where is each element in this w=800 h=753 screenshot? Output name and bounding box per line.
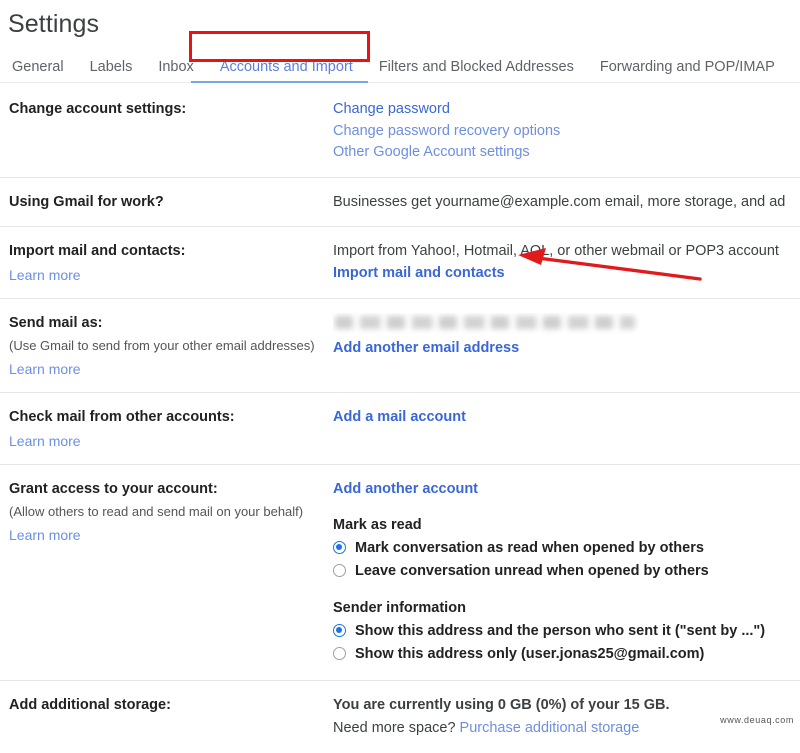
add-another-account-link[interactable]: Add another account: [333, 479, 800, 501]
row-using-gmail-for-work: Using Gmail for work? Businesses get you…: [0, 178, 800, 228]
gmail-for-work-description: Businesses get yourname@example.com emai…: [333, 194, 785, 210]
tab-list: General Labels Inbox Accounts and Import…: [0, 51, 800, 81]
add-another-email-address-link[interactable]: Add another email address: [333, 338, 800, 360]
using-gmail-for-work-label: Using Gmail for work?: [9, 192, 333, 212]
tab-inbox[interactable]: Inbox: [145, 59, 206, 81]
radio-button-icon[interactable]: [333, 624, 346, 637]
import-mail-and-contacts-label: Import mail and contacts:: [9, 241, 333, 261]
grant-access-label: Grant access to your account:: [9, 479, 333, 499]
radio-show-address-only[interactable]: Show this address only (user.jonas25@gma…: [333, 644, 800, 664]
label-cell: Add additional storage:: [0, 695, 333, 715]
radio-label: Show this address and the person who sen…: [355, 621, 765, 641]
value-cell: Change password Change password recovery…: [333, 99, 800, 164]
change-password-link[interactable]: Change password: [333, 99, 800, 121]
label-cell: Grant access to your account: (Allow oth…: [0, 479, 333, 545]
radio-label: Mark conversation as read when opened by…: [355, 538, 704, 558]
label-cell: Import mail and contacts: Learn more: [0, 241, 333, 285]
radio-leave-conversation-unread[interactable]: Leave conversation unread when opened by…: [333, 561, 800, 581]
check-mail-label: Check mail from other accounts:: [9, 407, 333, 427]
value-cell: Businesses get yourname@example.com emai…: [333, 192, 800, 214]
radio-button-icon[interactable]: [333, 564, 346, 577]
radio-label: Show this address only (user.jonas25@gma…: [355, 644, 704, 664]
label-cell: Check mail from other accounts: Learn mo…: [0, 407, 333, 451]
row-send-mail-as: Send mail as: (Use Gmail to send from yo…: [0, 299, 800, 393]
send-mail-as-sublabel: (Use Gmail to send from your other email…: [9, 336, 333, 355]
other-google-account-settings-link[interactable]: Other Google Account settings: [333, 142, 800, 164]
tabs-divider: [0, 82, 800, 83]
add-a-mail-account-link[interactable]: Add a mail account: [333, 407, 800, 429]
grant-access-learn-more-link[interactable]: Learn more: [9, 525, 333, 545]
watermark: www.deuaq.com: [720, 715, 794, 725]
label-cell: Using Gmail for work?: [0, 192, 333, 212]
radio-button-icon[interactable]: [333, 647, 346, 660]
tab-accounts-and-import[interactable]: Accounts and Import: [207, 59, 366, 81]
sender-information-group-title: Sender information: [333, 600, 800, 616]
send-mail-as-learn-more-link[interactable]: Learn more: [9, 359, 333, 379]
import-learn-more-link[interactable]: Learn more: [9, 265, 333, 285]
tab-general[interactable]: General: [8, 59, 77, 81]
row-add-additional-storage: Add additional storage: You are currentl…: [0, 681, 800, 753]
import-mail-and-contacts-link[interactable]: Import mail and contacts: [333, 263, 800, 285]
label-cell: Change account settings:: [0, 99, 333, 119]
radio-show-address-and-person[interactable]: Show this address and the person who sen…: [333, 621, 800, 641]
change-password-recovery-options-link[interactable]: Change password recovery options: [333, 121, 800, 143]
radio-button-icon[interactable]: [333, 541, 346, 554]
settings-tabs: General Labels Inbox Accounts and Import…: [0, 51, 800, 83]
check-mail-learn-more-link[interactable]: Learn more: [9, 431, 333, 451]
row-import-mail-and-contacts: Import mail and contacts: Learn more Imp…: [0, 227, 800, 299]
import-description: Import from Yahoo!, Hotmail, AOL, or oth…: [333, 243, 779, 259]
value-cell: Import from Yahoo!, Hotmail, AOL, or oth…: [333, 241, 800, 284]
purchase-additional-storage-link[interactable]: Purchase additional storage: [460, 720, 640, 736]
tab-filters-and-blocked-addresses[interactable]: Filters and Blocked Addresses: [366, 59, 587, 81]
radio-mark-conversation-as-read[interactable]: Mark conversation as read when opened by…: [333, 538, 800, 558]
redacted-email-address: [335, 316, 635, 329]
settings-content: Change account settings: Change password…: [0, 83, 800, 753]
tab-forwarding-and-pop-imap[interactable]: Forwarding and POP/IMAP: [587, 59, 788, 81]
value-cell: Add a mail account: [333, 407, 800, 429]
page-title: Settings: [0, 0, 800, 39]
change-account-settings-label: Change account settings:: [9, 99, 333, 119]
storage-usage-text: You are currently using 0 GB (0%) of you…: [333, 695, 800, 717]
label-cell: Send mail as: (Use Gmail to send from yo…: [0, 313, 333, 379]
tab-labels[interactable]: Labels: [77, 59, 146, 81]
value-cell: Add another account Mark as read Mark co…: [333, 479, 800, 667]
active-tab-indicator: [191, 81, 368, 83]
add-additional-storage-label: Add additional storage:: [9, 695, 333, 715]
row-check-mail-from-other-accounts: Check mail from other accounts: Learn mo…: [0, 393, 800, 465]
row-grant-access: Grant access to your account: (Allow oth…: [0, 465, 800, 681]
send-mail-as-label: Send mail as:: [9, 313, 333, 333]
mark-as-read-group-title: Mark as read: [333, 517, 800, 533]
value-cell: Add another email address: [333, 313, 800, 360]
row-change-account-settings: Change account settings: Change password…: [0, 85, 800, 178]
radio-label: Leave conversation unread when opened by…: [355, 561, 709, 581]
grant-access-sublabel: (Allow others to read and send mail on y…: [9, 502, 333, 521]
need-more-space-text: Need more space?: [333, 720, 460, 736]
